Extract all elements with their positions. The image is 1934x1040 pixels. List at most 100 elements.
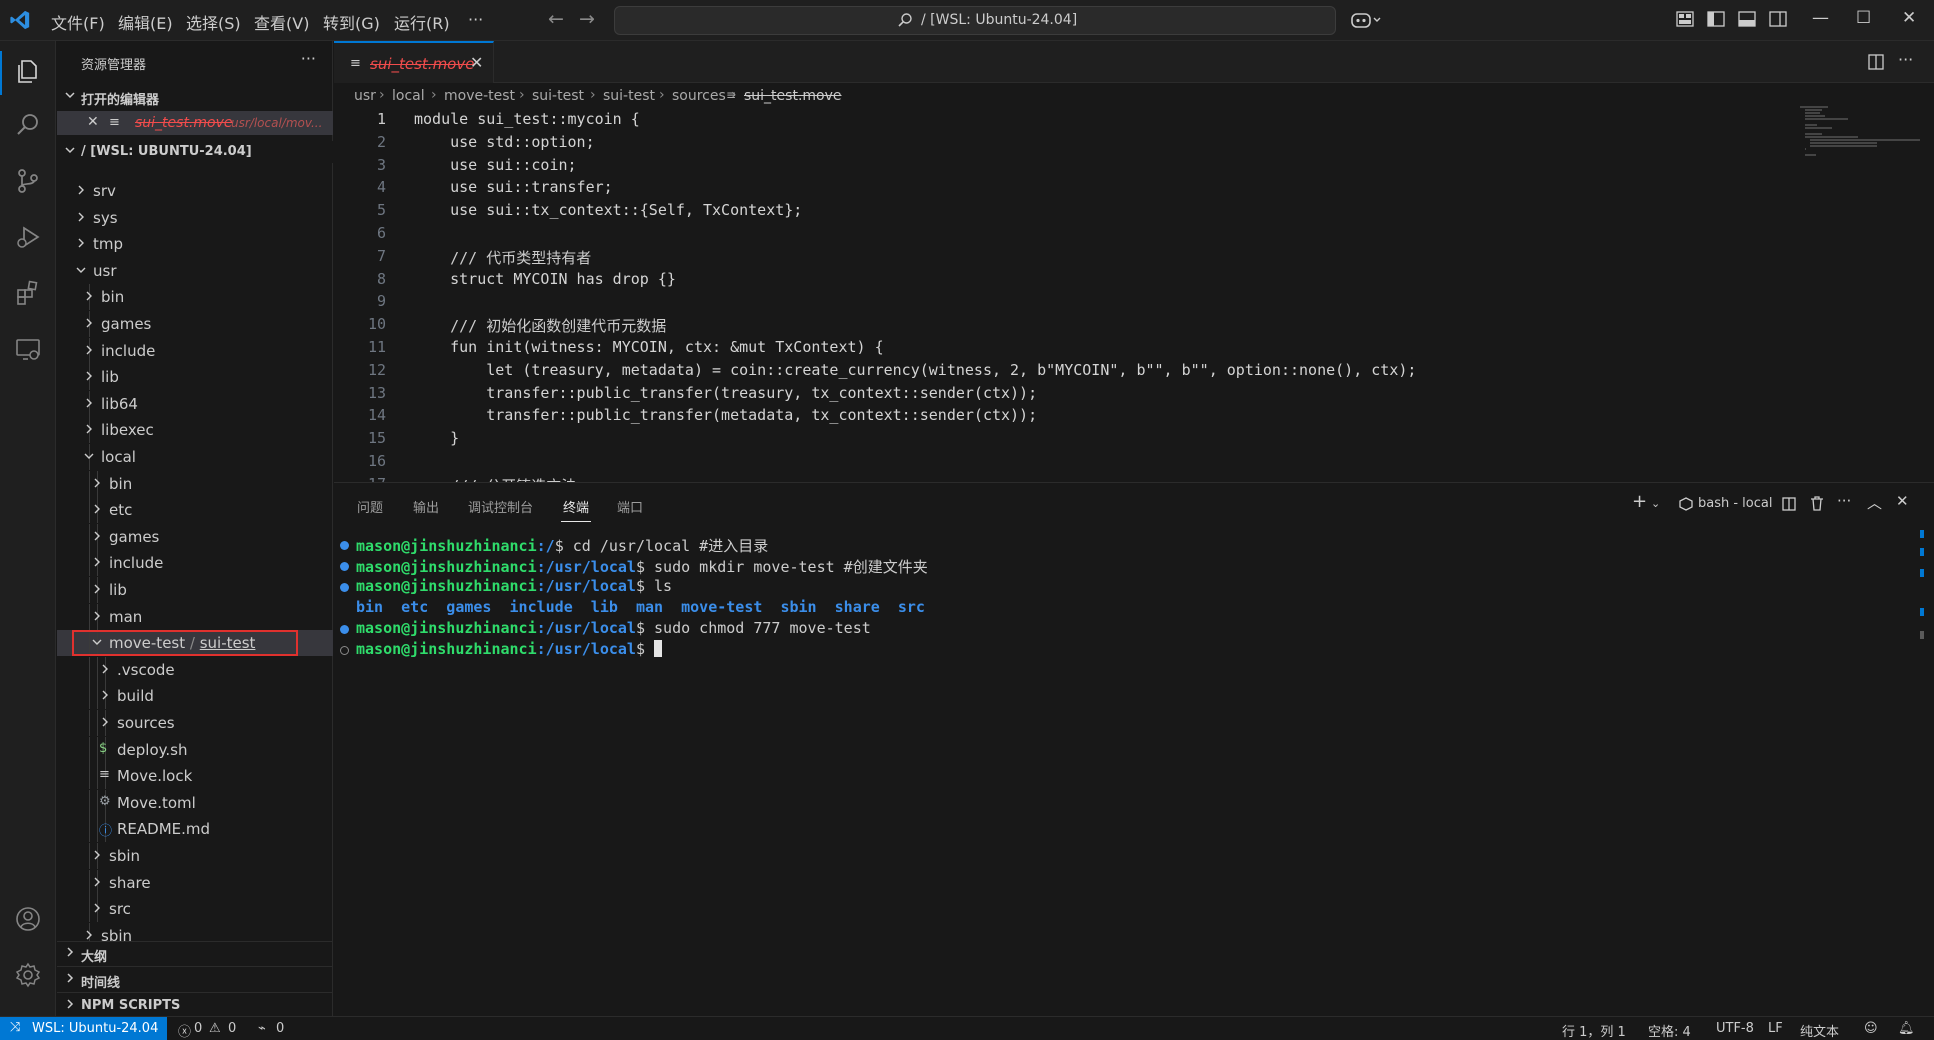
back-arrow-icon[interactable]: ← xyxy=(548,8,564,30)
close-tab-icon[interactable]: ✕ xyxy=(470,53,483,72)
tree-item[interactable]: $ deploy.sh xyxy=(57,736,333,763)
tree-item[interactable]: libexec xyxy=(57,417,333,444)
ports-icon[interactable]: ⌁ xyxy=(258,1021,266,1036)
close-window-icon[interactable]: ✕ xyxy=(1902,8,1916,28)
tab-problems[interactable]: 问题 xyxy=(357,497,383,516)
tree-item[interactable]: tmp xyxy=(57,231,333,257)
tree-item[interactable]: sbin xyxy=(57,843,333,869)
editor-more-actions-icon[interactable]: ··· xyxy=(1898,50,1913,69)
language-mode[interactable]: 纯文本 xyxy=(1800,1021,1839,1040)
trash-icon[interactable] xyxy=(1810,496,1824,511)
accounts-icon[interactable] xyxy=(14,905,42,933)
extensions-icon[interactable] xyxy=(14,279,42,307)
tree-item[interactable]: bin xyxy=(57,470,333,497)
remote-explorer-icon[interactable] xyxy=(14,335,42,363)
tree-item[interactable]: games xyxy=(57,523,333,550)
tree-item[interactable]: build xyxy=(57,683,333,710)
command-decoration-dot[interactable] xyxy=(340,562,349,571)
tree-item[interactable]: sys xyxy=(57,205,333,231)
tree-item[interactable]: include xyxy=(57,550,333,577)
toggle-primary-sidebar-icon[interactable] xyxy=(1707,11,1725,27)
outline-header[interactable]: 大纲 xyxy=(57,943,333,965)
command-decoration-dot[interactable] xyxy=(340,646,349,655)
command-decoration-dot[interactable] xyxy=(340,625,349,634)
breadcrumb-item[interactable]: sui-test xyxy=(532,88,584,104)
tree-item[interactable]: src xyxy=(57,896,333,923)
tree-item[interactable]: etc xyxy=(57,497,333,524)
command-decoration-dot[interactable] xyxy=(340,583,349,592)
close-panel-icon[interactable]: ✕ xyxy=(1896,492,1909,510)
toggle-secondary-sidebar-icon[interactable] xyxy=(1769,11,1787,27)
close-editor-icon[interactable]: ✕ xyxy=(87,114,99,130)
menu-edit[interactable]: 编辑(E) xyxy=(118,10,173,34)
code-editor[interactable]: 1 module sui_test::mycoin {2 use std::opt… xyxy=(334,110,1934,482)
tree-item[interactable]: local xyxy=(57,444,333,470)
breadcrumb-item[interactable]: move-test xyxy=(444,88,515,104)
tree-item[interactable]: .vscode xyxy=(57,656,333,683)
menu-view[interactable]: 查看(V) xyxy=(254,10,309,34)
maximize-icon[interactable]: ☐ xyxy=(1856,8,1871,28)
terminal-name[interactable]: bash - local xyxy=(1698,496,1772,511)
tab-sui-test-move[interactable]: ≡ sui_test.move ✕ xyxy=(334,41,494,83)
more-actions-icon[interactable]: ··· xyxy=(301,49,316,68)
breadcrumb-item[interactable]: sui_test.move xyxy=(744,88,842,104)
open-editor-item[interactable]: ✕ ≡ sui_test.move usr/local/mov... xyxy=(57,111,333,135)
split-terminal-icon[interactable] xyxy=(1782,497,1796,511)
chevron-down-icon[interactable]: ⌄ xyxy=(1651,497,1660,510)
explorer-icon[interactable] xyxy=(14,57,42,85)
copilot-status-icon[interactable]: ☺ xyxy=(1864,1021,1878,1036)
npm-scripts-header[interactable]: NPM SCRIPTS xyxy=(57,995,333,1017)
warnings-icon[interactable]: ⚠ xyxy=(209,1021,221,1036)
tree-item[interactable]: bin xyxy=(57,284,333,311)
tab-output[interactable]: 输出 xyxy=(413,497,439,516)
tree-item[interactable]: ⚙ Move.toml xyxy=(57,789,333,816)
errors-count[interactable]: 0 xyxy=(194,1021,202,1036)
tree-item[interactable]: sbin xyxy=(57,922,333,941)
run-debug-icon[interactable] xyxy=(14,223,42,251)
tree-item[interactable]: srv xyxy=(57,178,333,204)
split-editor-icon[interactable] xyxy=(1868,54,1884,70)
toggle-panel-icon[interactable] xyxy=(1738,11,1756,27)
terminal[interactable]: mason@jinshuzhinanci:/$ cd /usr/local #进… xyxy=(334,531,1914,1011)
menu-selection[interactable]: 选择(S) xyxy=(186,10,241,34)
command-center-search[interactable]: / [WSL: Ubuntu-24.04] xyxy=(614,6,1336,35)
breadcrumb-item[interactable]: sources xyxy=(672,88,726,104)
cursor-position[interactable]: 行 1，列 1 xyxy=(1562,1021,1626,1040)
tree-item[interactable]: man xyxy=(57,603,333,630)
tree-item[interactable]: include xyxy=(57,337,333,364)
tab-debug-console[interactable]: 调试控制台 xyxy=(468,497,533,516)
tree-item[interactable]: lib64 xyxy=(57,390,333,417)
menu-file[interactable]: 文件(F) xyxy=(51,10,105,34)
open-editors-header[interactable]: 打开的编辑器 xyxy=(57,86,333,108)
tab-terminal[interactable]: 终端 xyxy=(563,497,589,516)
indentation[interactable]: 空格: 4 xyxy=(1648,1021,1691,1040)
tree-item[interactable]: ⓘ README.md xyxy=(57,816,333,843)
tree-item[interactable]: games xyxy=(57,311,333,337)
copilot-icon[interactable] xyxy=(1350,11,1384,29)
command-decoration-dot[interactable] xyxy=(340,541,349,550)
encoding[interactable]: UTF-8 xyxy=(1716,1021,1754,1036)
minimize-icon[interactable]: — xyxy=(1812,8,1829,28)
search-icon[interactable] xyxy=(14,111,42,139)
warnings-count[interactable]: 0 xyxy=(228,1021,236,1036)
new-terminal-plus-icon[interactable]: + xyxy=(1632,491,1647,512)
tree-item[interactable]: ≡ Move.lock xyxy=(57,763,333,790)
settings-gear-icon[interactable] xyxy=(14,961,42,989)
workspace-header[interactable]: / [WSL: UBUNTU-24.04] xyxy=(57,141,333,163)
tree-item[interactable]: share xyxy=(57,869,333,896)
tree-item[interactable]: move-test / sui-test xyxy=(57,630,333,657)
breadcrumb-item[interactable]: sui-test xyxy=(603,88,655,104)
ports-count[interactable]: 0 xyxy=(276,1021,284,1036)
menu-more[interactable]: ··· xyxy=(468,10,483,29)
tab-ports[interactable]: 端口 xyxy=(617,497,643,516)
minimap[interactable] xyxy=(1800,106,1920,166)
forward-arrow-icon[interactable]: → xyxy=(579,8,595,30)
source-control-icon[interactable] xyxy=(14,167,42,195)
maximize-panel-chevron-up-icon[interactable]: ︿ xyxy=(1867,492,1882,513)
breadcrumb-item[interactable]: local xyxy=(392,88,425,104)
end-of-line[interactable]: LF xyxy=(1768,1021,1783,1036)
menu-run[interactable]: 运行(R) xyxy=(394,10,450,34)
panel-more-actions-icon[interactable]: ··· xyxy=(1837,492,1851,510)
breadcrumb-item[interactable]: usr xyxy=(354,88,376,104)
tree-item[interactable]: lib xyxy=(57,577,333,603)
